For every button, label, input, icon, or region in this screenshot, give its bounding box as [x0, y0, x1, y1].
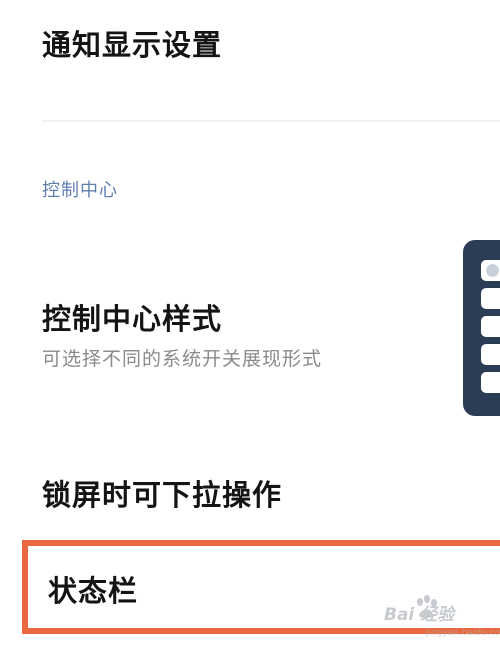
- preview-tile: [481, 288, 500, 309]
- preview-tile: [481, 260, 500, 281]
- status-bar-title: 状态栏: [48, 574, 139, 608]
- section-header-control-center: 控制中心: [42, 180, 118, 201]
- control-center-style-title: 控制中心样式: [42, 302, 223, 336]
- baidu-jingyan-watermark: Bai 经验 jingyan.baidu.com: [378, 592, 500, 642]
- control-center-style-preview[interactable]: [463, 240, 500, 416]
- lock-screen-pull-down-item[interactable]: 锁屏时可下拉操作: [42, 472, 500, 514]
- control-center-style-item[interactable]: 控制中心样式 可选择不同的系统开关展现形式: [42, 296, 500, 371]
- settings-screen: 通知显示设置 控制中心 控制中心样式 可选择不同的系统开关展现形式 锁屏时可下拉…: [0, 0, 500, 647]
- preview-tile: [481, 344, 500, 365]
- baidu-paw-icon: [417, 595, 437, 618]
- watermark-url: jingyan.baidu.com: [426, 628, 500, 638]
- preview-tile: [481, 372, 500, 393]
- notify-display-settings-title: 通知显示设置: [42, 28, 223, 62]
- preview-tile-dot: [486, 264, 499, 277]
- control-center-style-subtitle: 可选择不同的系统开关展现形式: [42, 348, 323, 370]
- notify-display-settings-item[interactable]: 通知显示设置: [42, 22, 500, 64]
- lock-screen-pull-down-title: 锁屏时可下拉操作: [42, 478, 283, 512]
- preview-tile: [481, 316, 500, 337]
- divider: [42, 120, 500, 122]
